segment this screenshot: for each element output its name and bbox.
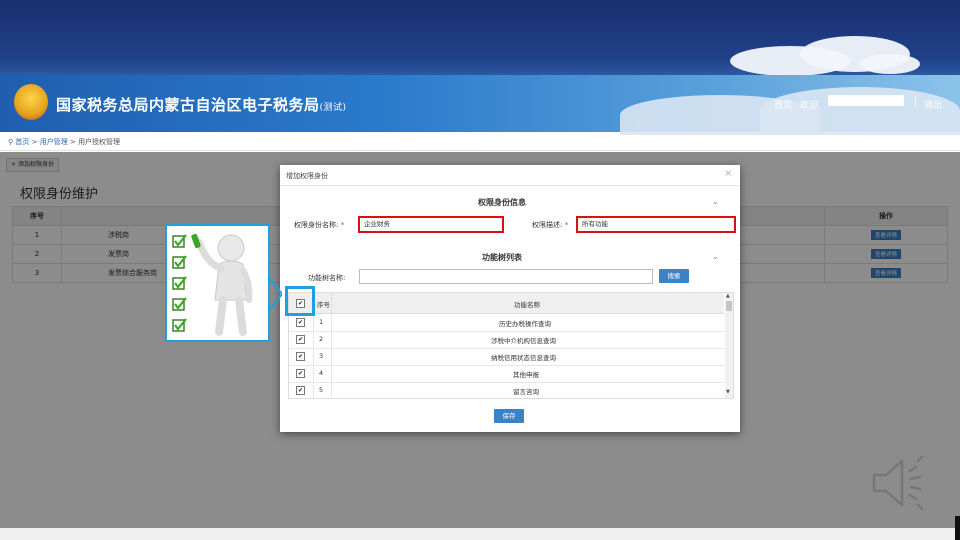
breadcrumb-sep: > <box>31 138 38 146</box>
role-desc-label-text: 权限描述: <box>532 221 563 229</box>
column-header-function: 功能名称 <box>514 301 540 309</box>
nav-username-redacted <box>828 95 904 106</box>
row-function-name: 涉税中介机构信息查询 <box>491 337 556 345</box>
function-grid: ✔ 序号 功能名称 ✔ 1 历史办税操作查询 ✔ 2 涉税中介机构信息查询 ✔ … <box>288 292 734 399</box>
divider <box>331 382 332 398</box>
divider <box>331 293 332 313</box>
dialog-title: 增加权限身份 <box>286 172 328 180</box>
breadcrumb-home[interactable]: 首页 <box>15 138 29 146</box>
divider <box>280 185 740 186</box>
speaker-icon[interactable] <box>870 455 936 511</box>
row-index: 1 <box>319 318 324 326</box>
row-checkbox[interactable]: ✔ <box>296 386 305 395</box>
corner-marker <box>955 516 960 540</box>
required-mark: * <box>564 221 569 229</box>
row-function-name: 留言咨询 <box>513 388 539 396</box>
add-role-dialog: 增加权限身份 × 权限身份信息 ⌄ 权限身份名称: * 企业财务 权限描述: *… <box>280 165 740 432</box>
chevron-down-icon[interactable]: ⌄ <box>712 252 719 261</box>
select-all-highlight <box>285 286 315 316</box>
site-title-text: 国家税务总局内蒙古自治区电子税务局 <box>56 96 320 114</box>
row-index: 3 <box>319 352 324 360</box>
nav-separator: | <box>914 97 918 107</box>
column-header-index: 序号 <box>317 301 330 309</box>
divider <box>313 348 314 365</box>
search-button[interactable]: 搜索 <box>659 269 689 283</box>
divider <box>313 365 314 382</box>
site-title-suffix: (测试) <box>319 103 347 113</box>
row-function-name: 历史办税操作查询 <box>499 320 551 328</box>
role-name-input[interactable]: 企业财务 <box>358 216 504 233</box>
grid-header: ✔ 序号 功能名称 <box>289 293 724 314</box>
role-name-label: 权限身份名称: * <box>294 220 344 230</box>
scroll-thumb[interactable] <box>726 301 732 311</box>
row-function-name: 其他申报 <box>513 371 539 379</box>
breadcrumb: ⚲ 首页 > 用户管理 > 用户授权管理 <box>8 137 120 147</box>
row-checkbox[interactable]: ✔ <box>296 318 305 327</box>
divider <box>331 348 332 365</box>
divider <box>331 314 332 331</box>
row-checkbox[interactable]: ✔ <box>296 352 305 361</box>
nav-welcome-text: 欢迎, <box>800 101 821 111</box>
callout-pointer <box>268 276 282 312</box>
tree-name-input[interactable] <box>359 269 653 284</box>
role-desc-label: 权限描述: * <box>532 220 568 230</box>
scroll-down-icon[interactable]: ▼ <box>726 389 730 395</box>
location-pin-icon: ⚲ <box>8 138 14 146</box>
grid-row[interactable]: ✔ 1 历史办税操作查询 <box>289 314 724 332</box>
divider <box>331 331 332 348</box>
nav-logout-link[interactable]: 退出 <box>924 98 942 111</box>
divider <box>0 150 960 151</box>
divider <box>313 331 314 348</box>
grid-row[interactable]: ✔ 2 涉税中介机构信息查询 <box>289 331 724 349</box>
divider <box>313 314 314 331</box>
info-section-title: 权限身份信息 <box>478 198 526 207</box>
breadcrumb-sep: > <box>69 138 76 146</box>
close-icon[interactable]: × <box>724 169 732 179</box>
grid-row[interactable]: ✔ 4 其他申报 <box>289 365 724 383</box>
row-index: 2 <box>319 335 324 343</box>
checklist-figure-illustration <box>165 224 270 342</box>
scroll-up-icon[interactable]: ▲ <box>726 293 730 299</box>
role-desc-input[interactable]: 所有功能 <box>576 216 736 233</box>
chevron-down-icon[interactable]: ⌄ <box>712 197 719 206</box>
tree-name-label: 功能树名称: <box>308 274 346 282</box>
divider <box>313 382 314 398</box>
site-title: 国家税务总局内蒙古自治区电子税务局(测试) <box>56 94 347 115</box>
grid-scrollbar[interactable]: ▲ ▼ <box>725 293 733 398</box>
divider <box>331 365 332 382</box>
checklist-figure-icon <box>172 233 253 336</box>
required-mark: * <box>340 221 345 229</box>
cloud-decoration <box>860 54 920 74</box>
row-checkbox[interactable]: ✔ <box>296 335 305 344</box>
save-button[interactable]: 保存 <box>494 409 524 423</box>
breadcrumb-current: 用户授权管理 <box>78 138 121 146</box>
tree-section-title: 功能树列表 <box>482 253 522 262</box>
row-index: 4 <box>319 369 324 377</box>
row-checkbox[interactable]: ✔ <box>296 369 305 378</box>
row-function-name: 纳税信用状态信息查询 <box>491 354 556 362</box>
breadcrumb-user-management[interactable]: 用户管理 <box>40 138 68 146</box>
footer-bar <box>0 528 960 540</box>
grid-row[interactable]: ✔ 3 纳税信用状态信息查询 <box>289 348 724 366</box>
grid-row[interactable]: ✔ 5 留言咨询 <box>289 382 724 398</box>
row-index: 5 <box>319 386 324 394</box>
nav-home-link[interactable]: 首页 <box>774 98 792 111</box>
role-name-label-text: 权限身份名称: <box>294 221 339 229</box>
tax-emblem-logo <box>14 84 48 120</box>
